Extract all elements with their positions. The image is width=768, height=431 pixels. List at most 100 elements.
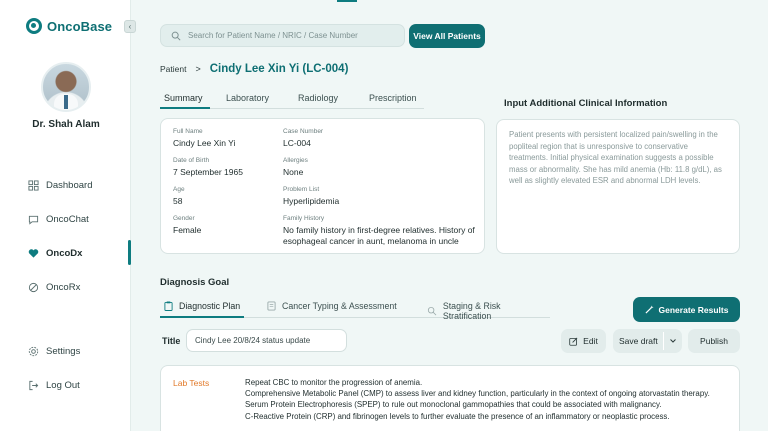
tab-cancer-typing[interactable]: Cancer Typing & Assessment [267,301,397,311]
field-gender: Gender Female [173,215,201,236]
field-label: Gender [173,215,195,222]
view-all-patients-button[interactable]: View All Patients [409,24,485,48]
field-label: Problem List [283,186,320,193]
field-value: Female [173,225,202,235]
field-value: No family history in first-degree relati… [283,225,475,246]
generate-results-button[interactable]: Generate Results [633,297,740,322]
gear-icon [28,346,39,356]
field-value: Hyperlipidemia [283,196,340,206]
chevron-down-icon[interactable] [669,334,677,348]
oncobase-logo-icon [26,18,42,34]
save-draft-button[interactable]: Save draft [613,329,682,353]
field-full-name: Full Name Cindy Lee Xin Yi [173,128,235,149]
breadcrumb-separator: > [195,64,201,74]
list-item: Repeat CBC to monitor the progression of… [245,378,423,387]
collapse-sidebar-button[interactable]: ‹ [124,20,136,33]
sidebar-item-oncorx[interactable]: OncoRx [28,278,80,296]
field-value: 58 [173,196,183,206]
sidebar-item-logout[interactable]: Log Out [28,376,80,394]
sidebar-item-label: Log Out [46,379,80,391]
grid-icon [28,179,39,191]
sidebar-item-label: Dashboard [46,179,93,191]
clinical-info-textarea[interactable]: Patient presents with persistent localiz… [496,119,740,254]
tab-staging-risk[interactable]: Staging & Risk Stratification [427,301,550,321]
sidebar-item-label: OncoRx [46,281,81,293]
field-allergies: Allergies None [283,157,308,178]
lab-tests-list: Repeat CBC to monitor the progression of… [245,377,735,422]
logout-icon [29,380,39,390]
document-icon [267,301,276,311]
field-value: None [283,167,304,177]
sidebar-item-oncochat[interactable]: OncoChat [28,210,89,228]
generate-results-label: Generate Results [658,304,729,315]
publish-button[interactable]: Publish [688,329,740,353]
edit-label: Edit [583,336,598,346]
sidebar-item-oncodx[interactable]: OncoDx [28,244,82,262]
edit-button[interactable]: Edit [561,329,606,353]
field-age: Age 58 [173,186,185,207]
patient-tabs: Summary Laboratory Radiology Prescriptio… [160,91,424,109]
tab-diagnostic-plan[interactable]: Diagnostic Plan [164,301,240,311]
tab-laboratory[interactable]: Laboratory [226,93,269,103]
title-input[interactable] [186,329,347,352]
list-item: Serum Protein Electrophoresis (SPEP) to … [245,400,662,410]
patient-summary-card: Full Name Cindy Lee Xin Yi Case Number L… [160,118,485,254]
field-label: Date of Birth [173,157,210,164]
tab-label: Diagnostic Plan [179,301,241,311]
field-label: Full Name [173,128,203,135]
tab-label: Staging & Risk Stratification [442,301,501,321]
sidebar-item-label: OncoChat [46,213,89,225]
sidebar-item-dashboard[interactable]: Dashboard [28,176,92,194]
sidebar: OncoBase Dr. Shah Alam Dashboard OncoCha… [0,0,131,431]
tab-active-underline [160,316,244,318]
field-family-history: Family History No family history in firs… [283,215,479,247]
field-label: Case Number [283,128,324,135]
tab-radiology[interactable]: Radiology [298,93,338,103]
list-item: Comprehensive Metabolic Panel (CMP) to a… [245,389,710,399]
field-label: Age [173,186,185,193]
list-item: C-Reactive Protein (CRP) and fibrinogen … [245,411,670,421]
clipboard-icon [164,301,173,311]
field-value: Cindy Lee Xin Yi [173,138,236,148]
top-accent [337,0,357,2]
user-name: Dr. Shah Alam [32,119,100,130]
field-case-number: Case Number LC-004 [283,128,323,149]
button-divider [663,332,664,350]
avatar-tie [64,95,68,109]
clinical-info-title: Input Additional Clinical Information [504,98,668,109]
diagnosis-tabs: Diagnostic Plan Cancer Typing & Assessme… [160,300,550,321]
field-dob: Date of Birth 7 September 1965 [173,157,243,178]
active-indicator [128,240,131,265]
diagnosis-goal-title: Diagnosis Goal [160,277,230,288]
sidebar-item-label: Settings [46,345,81,357]
search-bar[interactable] [160,24,405,47]
edit-icon [569,337,578,346]
app-name: OncoBase [47,18,113,34]
magic-wand-icon [645,305,654,314]
search-input[interactable] [188,31,398,40]
field-problem-list: Problem List Hyperlipidemia [283,186,339,207]
tab-prescription[interactable]: Prescription [369,93,417,103]
app-logo[interactable]: OncoBase [26,18,112,34]
pill-icon [28,282,39,292]
tab-summary[interactable]: Summary [164,93,203,103]
save-draft-label: Save draft [619,336,658,346]
breadcrumb: Patient > Cindy Lee Xin Yi (LC-004) [160,63,348,75]
avatar [41,62,91,112]
magnifier-icon [427,306,437,316]
sidebar-item-settings[interactable]: Settings [28,342,80,360]
tab-active-underline [160,107,210,109]
breadcrumb-root[interactable]: Patient [160,64,186,74]
patient-title: Cindy Lee Xin Yi (LC-004) [209,63,349,75]
title-label: Title [162,336,181,346]
lab-tests-label: Lab Tests [173,378,210,388]
field-value: 7 September 1965 [173,167,243,177]
sidebar-item-label: OncoDx [46,247,83,259]
chat-bubble-icon [28,215,39,225]
field-label: Family History [283,215,325,222]
search-icon [171,31,181,41]
diagnostic-plan-card: Lab Tests Repeat CBC to monitor the prog… [160,365,740,431]
chevron-left-icon: ‹ [128,22,132,31]
field-value: LC-004 [283,138,311,148]
tab-label: Cancer Typing & Assessment [282,301,397,311]
